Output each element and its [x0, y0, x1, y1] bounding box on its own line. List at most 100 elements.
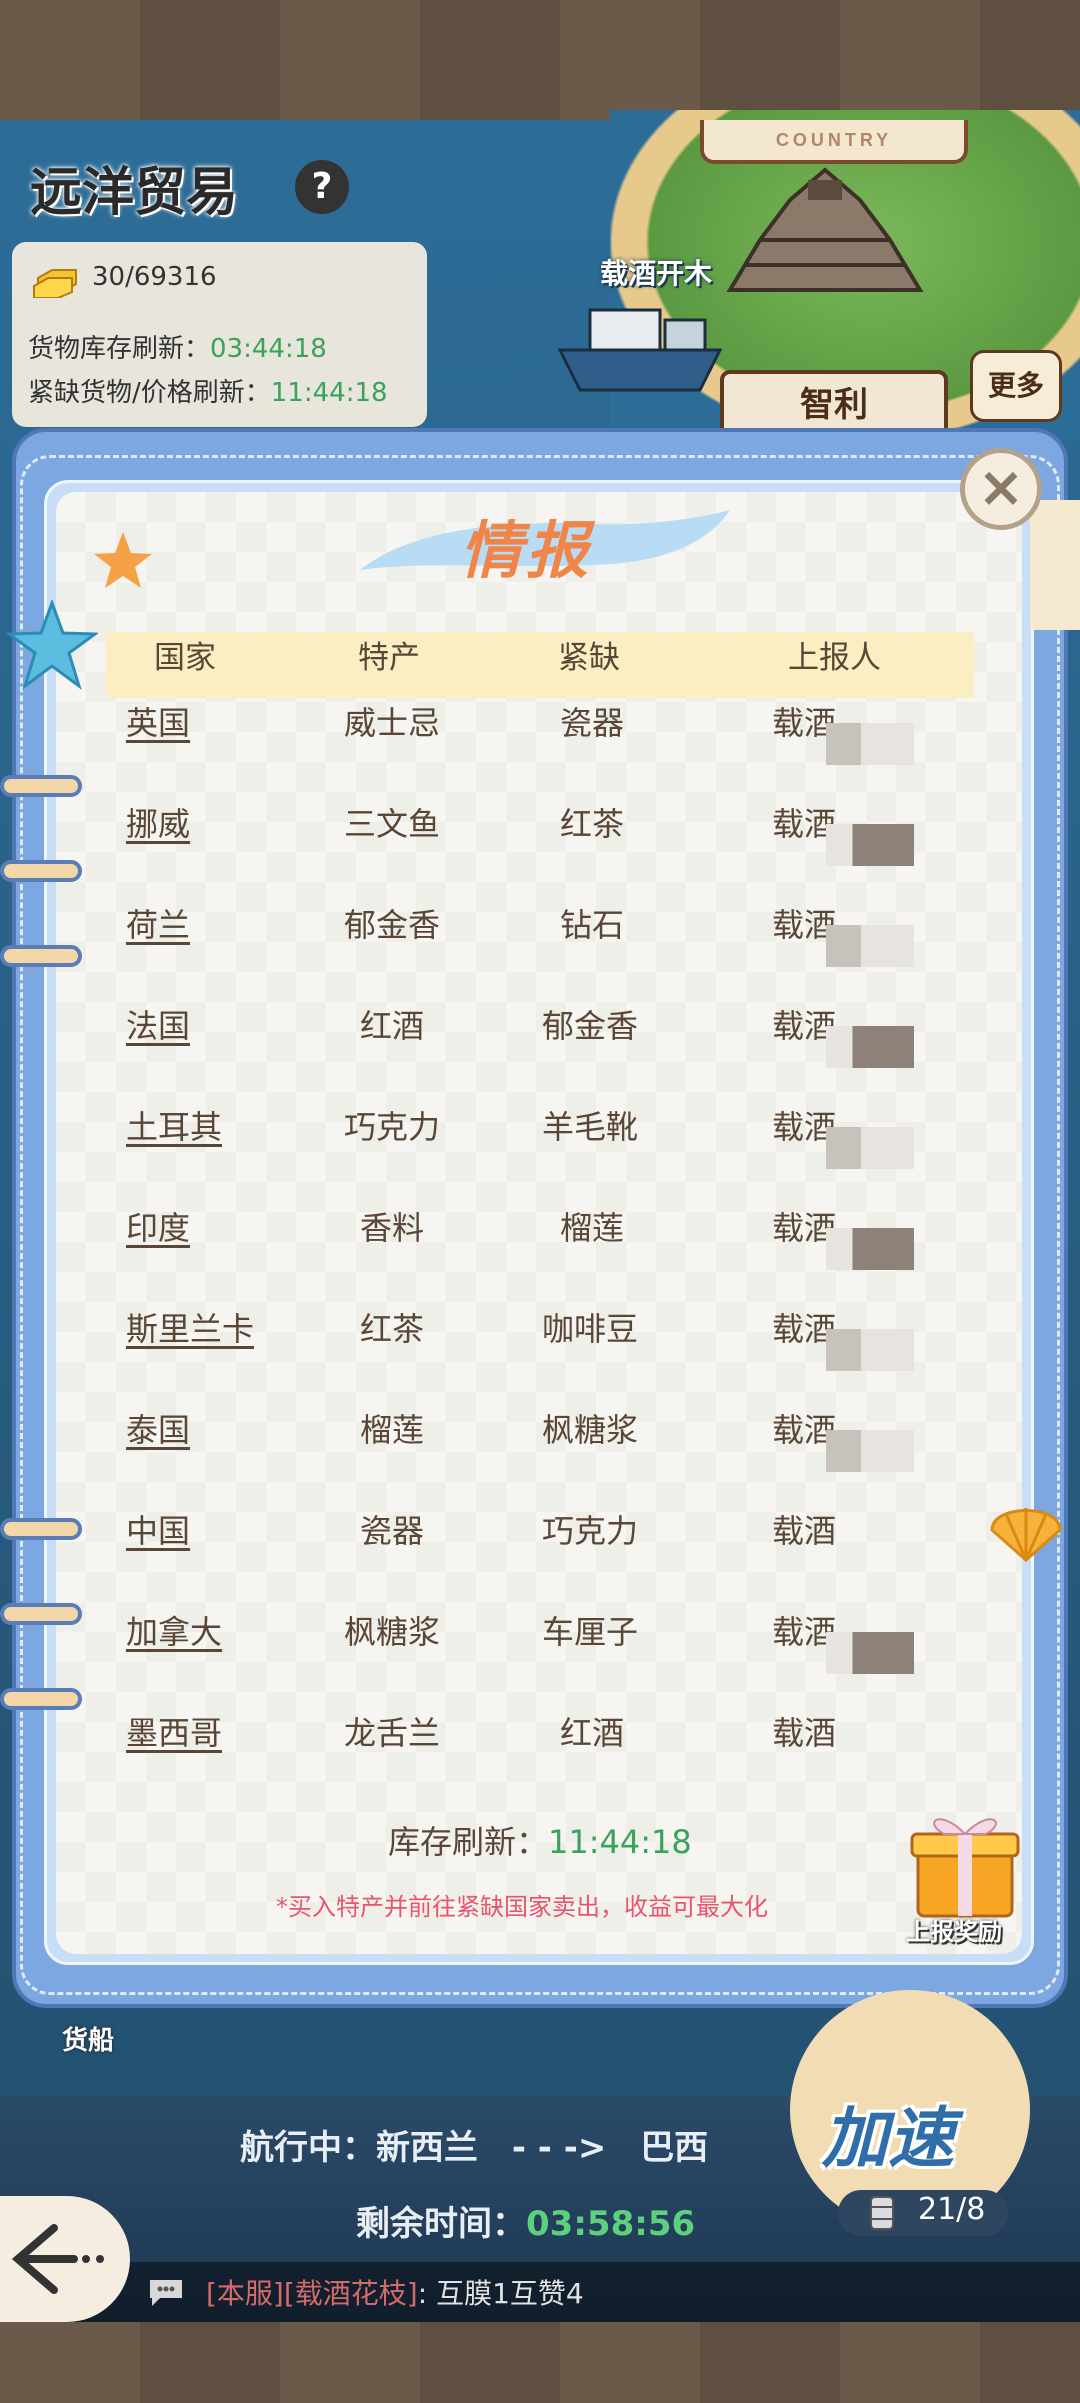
- table-row: 挪威 三文鱼 红茶 载酒: [106, 799, 974, 900]
- stock-refresh-label: 货物库存刷新：: [28, 334, 211, 364]
- country-sign: COUNTRY: [700, 120, 968, 164]
- inventory-refresh-line: 库存刷新：11:44:18: [388, 1817, 692, 1863]
- country-link[interactable]: 挪威: [126, 799, 190, 900]
- table-row: 法国 红酒 郁金香 载酒: [106, 1001, 974, 1102]
- header-reporter: 上报人: [788, 640, 881, 676]
- shortage-cell: 车厘子: [542, 1613, 639, 1651]
- binder-ring: [0, 1518, 82, 1540]
- dialog-title: 情报: [460, 514, 593, 587]
- table-row: 荷兰 郁金香 钻石 载酒: [106, 900, 974, 1001]
- table-header: 国家 特产 紧缺 上报人: [106, 632, 974, 698]
- inventory-refresh-label: 库存刷新：: [388, 1823, 549, 1861]
- gift-box-icon[interactable]: [900, 1802, 1030, 1922]
- table-row: 泰国 榴莲 枫糖浆 载酒: [106, 1405, 974, 1506]
- shortage-refresh-time: 11:44:18: [270, 378, 388, 408]
- country-link[interactable]: 墨西哥: [126, 1708, 222, 1768]
- remaining-time-value: 03:58:56: [526, 2204, 696, 2244]
- reporter-redacted: [826, 1430, 914, 1472]
- tip-text: *买入特产并前往紧缺国家卖出，收益可最大化: [276, 1893, 768, 1921]
- country-link[interactable]: 泰国: [126, 1405, 190, 1506]
- shortage-cell: 郁金香: [542, 1007, 639, 1045]
- ship-icon[interactable]: [550, 280, 730, 400]
- shortage-cell: 瓷器: [560, 704, 625, 742]
- country-link[interactable]: 土耳其: [126, 1102, 222, 1203]
- shortage-cell: 红酒: [560, 1714, 625, 1752]
- reporter-redacted: [826, 1026, 914, 1068]
- header-country: 国家: [154, 640, 216, 676]
- seashell-icon: [990, 1508, 1062, 1563]
- country-link[interactable]: 斯里兰卡: [126, 1304, 254, 1405]
- sailing-label: 航行中：: [240, 2128, 376, 2168]
- shortage-cell: 巧克力: [542, 1512, 639, 1550]
- close-button[interactable]: ×: [960, 448, 1042, 530]
- chat-bubble-icon[interactable]: [146, 2276, 186, 2308]
- shortage-cell: 咖啡豆: [542, 1310, 639, 1348]
- starfish-icon: [6, 600, 98, 690]
- gold-count: 30/69316: [92, 262, 217, 292]
- inventory-refresh-time: 11:44:18: [548, 1823, 692, 1861]
- table-row: 加拿大 枫糖浆 车厘子 载酒: [106, 1607, 974, 1708]
- remaining-label: 剩余时间：: [356, 2204, 526, 2244]
- header-specialty: 特产: [358, 640, 420, 676]
- sailing-route: 航行中：新西兰 - - -> 巴西: [240, 2120, 708, 2169]
- help-icon[interactable]: ?: [295, 160, 349, 214]
- header-shortage: 紧缺: [558, 640, 620, 676]
- reporter-redacted: [826, 1127, 914, 1169]
- specialty-cell: 枫糖浆: [344, 1613, 441, 1651]
- country-link[interactable]: 英国: [126, 698, 190, 799]
- back-button[interactable]: [0, 2196, 130, 2322]
- chat-message[interactable]: [本服][载酒花枝]: 互膜1互赞4: [206, 2272, 584, 2312]
- specialty-cell: 三文鱼: [344, 805, 441, 843]
- gold-bar-icon: [33, 269, 77, 298]
- port-label[interactable]: 载酒开木: [600, 252, 712, 292]
- table-row: 印度 香料 榴莲 载酒: [106, 1203, 974, 1304]
- chat-separator: :: [417, 2277, 428, 2310]
- stock-refresh-time: 03:44:18: [210, 334, 327, 364]
- page-title: 远洋贸易: [30, 163, 239, 223]
- intel-table[interactable]: 英国 威士忌 瓷器 载酒 挪威 三文鱼 红茶 载酒 荷兰 郁金香 钻石 载酒 法…: [106, 698, 974, 1768]
- table-row: 土耳其 巧克力 羊毛靴 载酒: [106, 1102, 974, 1203]
- binder-ring: [0, 945, 82, 967]
- table-row: 英国 威士忌 瓷器 载酒: [106, 698, 974, 799]
- country-link[interactable]: 印度: [126, 1203, 190, 1304]
- specialty-cell: 巧克力: [344, 1108, 441, 1146]
- country-link[interactable]: 中国: [126, 1506, 190, 1607]
- specialty-cell: 龙舌兰: [344, 1714, 441, 1752]
- binder-ring: [0, 860, 82, 882]
- specialty-cell: 红茶: [360, 1310, 425, 1348]
- shortage-cell: 羊毛靴: [542, 1108, 639, 1146]
- bottom-decor-strip: [0, 2322, 1080, 2403]
- route-to: 巴西: [640, 2128, 709, 2168]
- binder-ring: [0, 775, 82, 797]
- country-link[interactable]: 荷兰: [126, 900, 190, 1001]
- binder-ring: [0, 1603, 82, 1625]
- shortage-refresh-line: 紧缺货物/价格刷新：11:44:18: [28, 372, 388, 409]
- ticket-decor: [1030, 500, 1080, 630]
- specialty-cell: 威士忌: [344, 704, 441, 742]
- reporter-cell: 载酒: [772, 1714, 837, 1752]
- fuel-count: 21/8: [918, 2192, 986, 2227]
- shortage-cell: 枫糖浆: [542, 1411, 639, 1449]
- reporter-redacted: [826, 824, 914, 866]
- shortage-cell: 榴莲: [560, 1209, 625, 1247]
- reporter-redacted: [826, 925, 914, 967]
- reporter-cell: 载酒: [772, 1512, 837, 1550]
- chat-sender-tag: [载酒花枝]: [283, 2277, 418, 2310]
- table-row: 斯里兰卡 红茶 咖啡豆 载酒: [106, 1304, 974, 1405]
- chat-channel-tag: [本服]: [206, 2277, 284, 2310]
- more-button[interactable]: 更多: [970, 350, 1062, 422]
- country-link[interactable]: 法国: [126, 1001, 190, 1102]
- specialty-cell: 香料: [360, 1209, 425, 1247]
- cargo-ship-label[interactable]: 货船: [62, 2020, 114, 2057]
- reporter-redacted: [826, 723, 914, 765]
- route-from: 新西兰: [376, 2128, 478, 2168]
- top-decor-strip: [0, 0, 1080, 120]
- reporter-redacted: [826, 1329, 914, 1371]
- chat-message-text: 互膜1互赞4: [436, 2277, 584, 2310]
- star-icon: [94, 532, 152, 588]
- shortage-refresh-label: 紧缺货物/价格刷新：: [28, 378, 271, 408]
- speed-up-button[interactable]: 加速: [822, 2085, 954, 2181]
- pyramid-icon: [726, 167, 924, 292]
- country-link[interactable]: 加拿大: [126, 1607, 222, 1708]
- report-reward-label[interactable]: 上报奖励: [906, 1912, 1002, 1947]
